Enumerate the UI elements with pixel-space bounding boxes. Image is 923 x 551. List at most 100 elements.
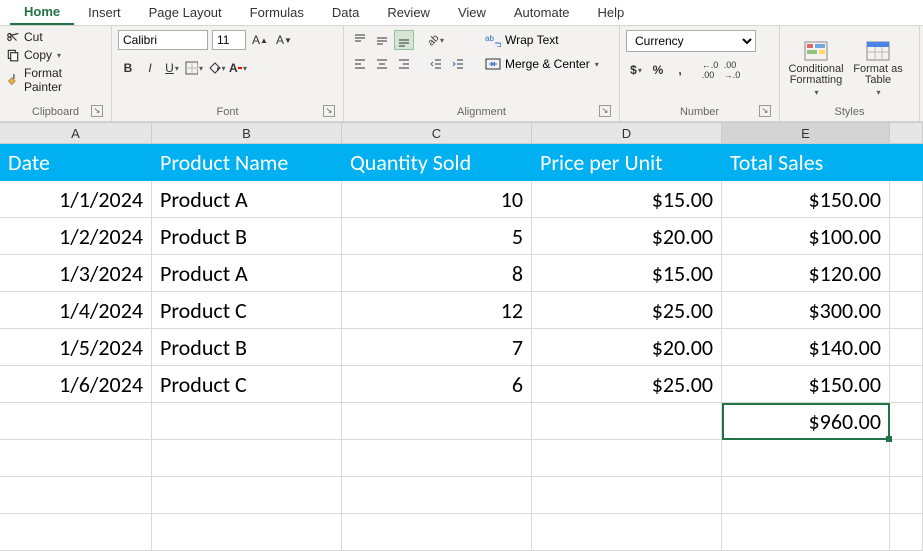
header-price[interactable]: Price per Unit — [532, 144, 722, 181]
cell-date[interactable]: 1/2/2024 — [0, 218, 152, 255]
cell-qty[interactable]: 8 — [342, 255, 532, 292]
cell-date[interactable]: 1/6/2024 — [0, 366, 152, 403]
cell-product[interactable]: Product C — [152, 292, 342, 329]
cell-total[interactable]: $150.00 — [722, 366, 890, 403]
decrease-indent-button[interactable] — [426, 54, 446, 74]
increase-decimal-button[interactable]: ←.0.00 — [700, 60, 720, 80]
cell[interactable] — [0, 477, 152, 514]
borders-button[interactable]: ▾ — [184, 58, 204, 78]
cell[interactable] — [152, 477, 342, 514]
align-bottom-button[interactable] — [394, 30, 414, 50]
bold-button[interactable]: B — [118, 58, 138, 78]
cell-sum-total[interactable]: $960.00 — [722, 403, 890, 440]
cell-price[interactable]: $15.00 — [532, 255, 722, 292]
increase-font-button[interactable]: A▲ — [250, 30, 270, 50]
cell[interactable] — [342, 514, 532, 551]
cell-qty[interactable]: 5 — [342, 218, 532, 255]
cell-product[interactable]: Product A — [152, 255, 342, 292]
tab-data[interactable]: Data — [318, 1, 373, 24]
fill-handle[interactable] — [886, 436, 892, 442]
cell-empty[interactable] — [890, 366, 923, 403]
font-dialog-launcher[interactable]: ↘ — [323, 105, 335, 117]
format-painter-button[interactable]: Format Painter — [6, 66, 99, 94]
cell-empty[interactable] — [890, 255, 923, 292]
cell-price[interactable]: $20.00 — [532, 218, 722, 255]
cell-date[interactable]: 1/5/2024 — [0, 329, 152, 366]
tab-home[interactable]: Home — [10, 0, 74, 25]
cell[interactable] — [532, 403, 722, 440]
cell-qty[interactable]: 7 — [342, 329, 532, 366]
cell-date[interactable]: 1/4/2024 — [0, 292, 152, 329]
cell-empty[interactable] — [890, 440, 923, 477]
cell-product[interactable]: Product C — [152, 366, 342, 403]
cell[interactable] — [342, 403, 532, 440]
header-total[interactable]: Total Sales — [722, 144, 890, 181]
font-name-input[interactable] — [118, 30, 208, 50]
cell-empty[interactable] — [890, 514, 923, 551]
cell-price[interactable]: $25.00 — [532, 366, 722, 403]
cell[interactable] — [152, 514, 342, 551]
cell[interactable] — [152, 440, 342, 477]
tab-view[interactable]: View — [444, 1, 500, 24]
cell-empty[interactable] — [890, 181, 923, 218]
cell[interactable] — [532, 440, 722, 477]
number-dialog-launcher[interactable]: ↘ — [759, 105, 771, 117]
cell-product[interactable]: Product B — [152, 329, 342, 366]
merge-center-button[interactable]: Merge & Center ▾ — [478, 54, 606, 74]
accounting-format-button[interactable]: $▾ — [626, 60, 646, 80]
clipboard-dialog-launcher[interactable]: ↘ — [91, 105, 103, 117]
copy-button[interactable]: Copy ▾ — [6, 48, 99, 62]
cell-date[interactable]: 1/3/2024 — [0, 255, 152, 292]
font-size-input[interactable] — [212, 30, 246, 50]
cut-button[interactable]: Cut — [6, 30, 99, 44]
decrease-decimal-button[interactable]: .00→.0 — [722, 60, 742, 80]
cell-total[interactable]: $140.00 — [722, 329, 890, 366]
tab-review[interactable]: Review — [373, 1, 444, 24]
cell-price[interactable]: $25.00 — [532, 292, 722, 329]
cell-product[interactable]: Product A — [152, 181, 342, 218]
align-left-button[interactable] — [350, 54, 370, 74]
cell-empty[interactable] — [890, 329, 923, 366]
cell[interactable] — [152, 403, 342, 440]
tab-insert[interactable]: Insert — [74, 1, 135, 24]
conditional-formatting-button[interactable]: Conditional Formatting ▾ — [786, 30, 846, 104]
cell[interactable] — [722, 514, 890, 551]
cell[interactable] — [722, 477, 890, 514]
cell-empty[interactable] — [890, 292, 923, 329]
cell-total[interactable]: $120.00 — [722, 255, 890, 292]
cell[interactable] — [532, 477, 722, 514]
tab-formulas[interactable]: Formulas — [236, 1, 318, 24]
alignment-dialog-launcher[interactable]: ↘ — [599, 105, 611, 117]
cell-date[interactable]: 1/1/2024 — [0, 181, 152, 218]
fill-color-button[interactable]: ▾ — [206, 58, 226, 78]
cell-empty[interactable] — [890, 403, 923, 440]
italic-button[interactable]: I — [140, 58, 160, 78]
header-qty[interactable]: Quantity Sold — [342, 144, 532, 181]
col-header-D[interactable]: D — [532, 123, 722, 143]
cell-empty[interactable] — [890, 218, 923, 255]
number-format-select[interactable]: Currency — [626, 30, 756, 52]
header-date[interactable]: Date — [0, 144, 152, 181]
cell-price[interactable]: $20.00 — [532, 329, 722, 366]
cell[interactable] — [0, 514, 152, 551]
cell-qty[interactable]: 6 — [342, 366, 532, 403]
align-right-button[interactable] — [394, 54, 414, 74]
underline-button[interactable]: U▾ — [162, 58, 182, 78]
col-header-A[interactable]: A — [0, 123, 152, 143]
cell[interactable] — [342, 477, 532, 514]
percent-format-button[interactable]: % — [648, 60, 668, 80]
cell-qty[interactable]: 10 — [342, 181, 532, 218]
header-product[interactable]: Product Name — [152, 144, 342, 181]
wrap-text-button[interactable]: ab Wrap Text — [478, 30, 606, 50]
cell[interactable] — [532, 514, 722, 551]
increase-indent-button[interactable] — [448, 54, 468, 74]
cell[interactable] — [342, 440, 532, 477]
cell[interactable] — [0, 403, 152, 440]
tab-help[interactable]: Help — [584, 1, 639, 24]
tab-page-layout[interactable]: Page Layout — [135, 1, 236, 24]
cell-empty[interactable] — [890, 477, 923, 514]
tab-automate[interactable]: Automate — [500, 1, 584, 24]
col-header-E[interactable]: E — [722, 123, 890, 143]
orientation-button[interactable]: ab▾ — [426, 30, 446, 50]
col-header-B[interactable]: B — [152, 123, 342, 143]
